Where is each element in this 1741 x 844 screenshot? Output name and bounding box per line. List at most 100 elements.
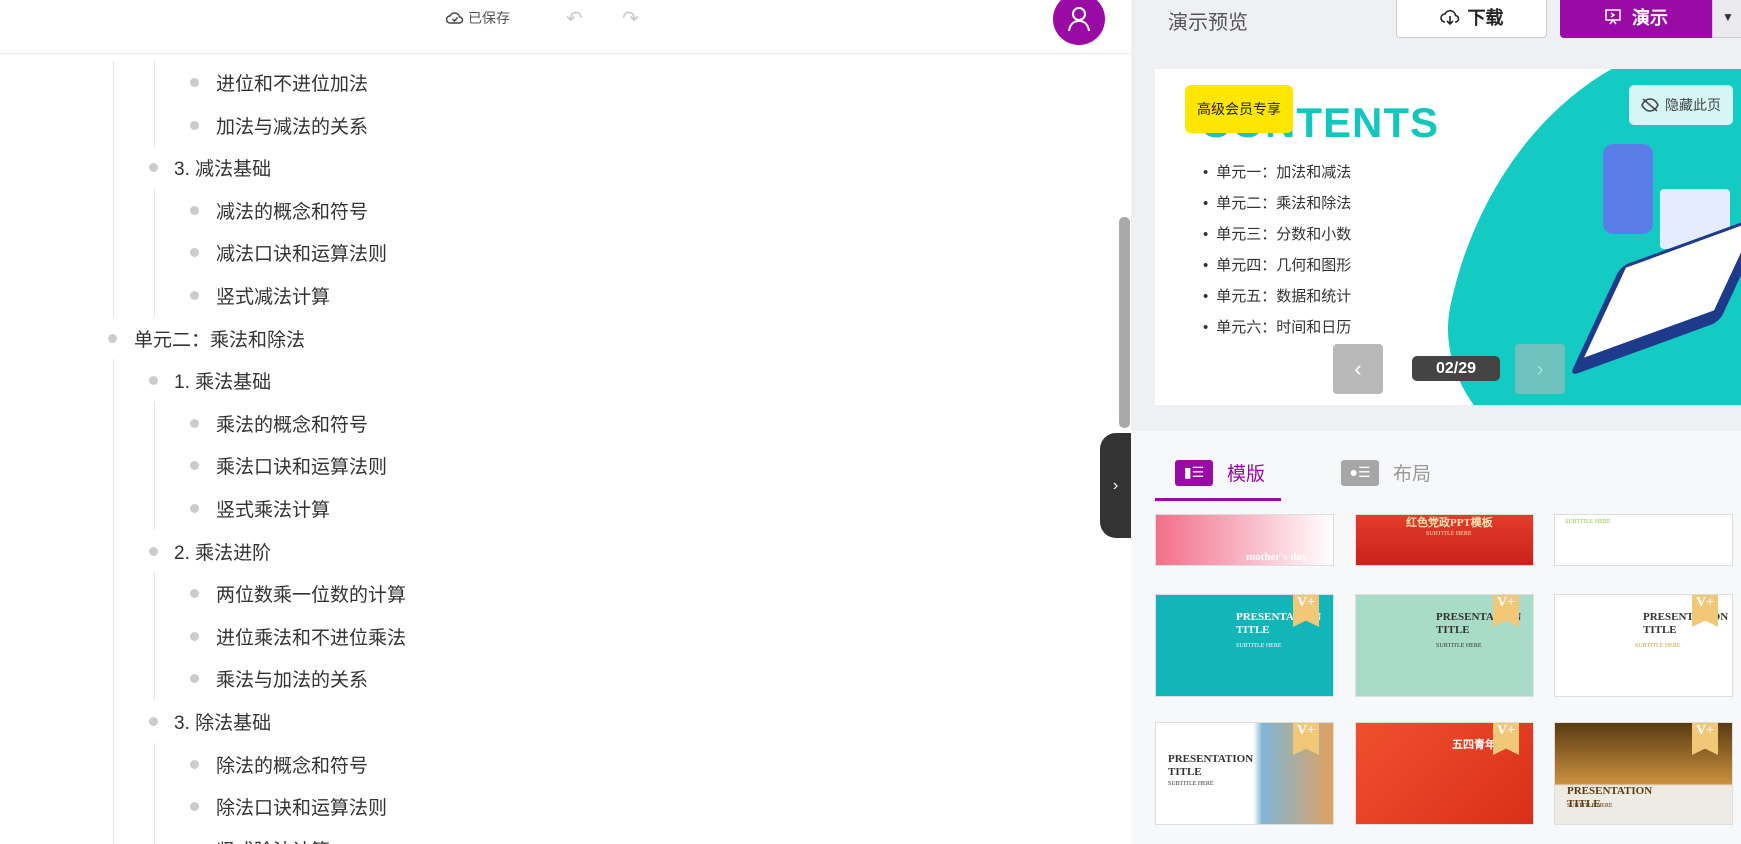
guide-line [154, 614, 155, 658]
guide-line [113, 401, 114, 445]
hide-page-button[interactable]: 隐藏此页 [1629, 85, 1733, 125]
template-thumbnail[interactable]: PRESENTATION TITLE SUBTITLE HERE V+ [1155, 722, 1334, 825]
outline-item[interactable]: 2. 乘法进阶 [0, 529, 1100, 573]
outline-item-text: 单元二：乘法和除法 [134, 329, 306, 351]
bullet-icon [190, 120, 199, 130]
guide-line [113, 188, 114, 232]
guide-line [154, 274, 155, 317]
outline-item-text: 减法的概念和符号 [216, 201, 369, 223]
guide-line [113, 359, 114, 403]
guide-line [154, 657, 155, 701]
outline-item-text: 两位数乘一位数的计算 [216, 585, 407, 607]
template-title: PRESENTATION TITLE [1643, 611, 1729, 637]
download-button[interactable]: 下载 [1396, 0, 1547, 38]
guide-line [154, 61, 155, 104]
template-thumbnail[interactable]: 五四青年节 V+ [1355, 722, 1534, 825]
outline-item[interactable]: 乘法与加法的关系 [0, 657, 1100, 701]
template-subtitle: SUBTITLE HERE [1168, 781, 1214, 787]
guide-line [113, 529, 114, 573]
tab-label: 模版 [1227, 464, 1266, 485]
guide-line [113, 103, 114, 147]
guide-line [154, 572, 155, 616]
bullet-icon [190, 759, 199, 769]
premium-badge: 高级会员专享 [1185, 85, 1293, 133]
redo-icon[interactable]: ↷ [622, 6, 639, 31]
outline-item[interactable]: 减法的概念和符号 [0, 188, 1100, 232]
eye-off-icon [1641, 98, 1659, 112]
bullet-icon [190, 248, 199, 258]
bullet-icon [190, 631, 199, 641]
chevron-right-icon: › [1536, 356, 1544, 381]
prev-slide-button[interactable]: ‹ [1333, 344, 1383, 394]
outline-item[interactable]: 单元二：乘法和除法 [0, 317, 1100, 359]
bullet-icon [190, 291, 199, 300]
tab-templates[interactable]: ▮☰ 模版 [1175, 459, 1265, 486]
outline-item[interactable]: 加法与减法的关系 [0, 103, 1100, 147]
guide-line [154, 785, 155, 829]
chevron-right-icon: › [1112, 476, 1119, 494]
template-thumbnail[interactable]: PRESENTATION TITLE SUBTITLE HERE V+ [1554, 594, 1733, 697]
bullet-icon [190, 205, 199, 215]
outline-item[interactable]: 竖式乘法计算 [0, 487, 1100, 530]
template-thumbnail[interactable]: 红色党政PPT模板 SUBTITLE HERE [1355, 514, 1534, 566]
template-icon: ▮☰ [1175, 459, 1213, 486]
hide-page-label: 隐藏此页 [1665, 97, 1721, 113]
outline-item[interactable]: 进位乘法和不进位乘法 [0, 614, 1100, 658]
outline-item[interactable]: 乘法的概念和符号 [0, 401, 1100, 445]
template-thumbnail[interactable]: PRESENTATION TITLE SUBTITLE HERE V+ [1155, 594, 1334, 697]
outline-item[interactable]: 3. 减法基础 [0, 146, 1100, 190]
toc-item: 单元三：分数和小数 [1203, 223, 1351, 254]
outline-item[interactable]: 竖式减法计算 [0, 274, 1100, 317]
guide-line [154, 487, 155, 530]
guide-line [154, 401, 155, 445]
template-thumbnail[interactable]: PRESENTATION TITLE SUBTITLE HERE V+ [1355, 594, 1534, 697]
outline-item[interactable]: 3. 除法基础 [0, 700, 1100, 743]
template-section: ▮☰ 模版 ●☰ 布局 mother's day 红色党政PPT模板 SUBTITL… [1131, 431, 1741, 844]
layout-icon: ●☰ [1341, 459, 1379, 486]
tab-layout[interactable]: ●☰ 布局 [1341, 459, 1431, 486]
guide-line [113, 231, 114, 275]
outline-item[interactable]: 进位和不进位加法 [0, 61, 1100, 104]
template-thumbnail[interactable]: PRESENTATION TITLE SUBTITLE HERE V+ [1554, 722, 1733, 825]
bullet-icon [190, 589, 199, 599]
template-thumbnail[interactable]: SUBTITLE HERE [1554, 514, 1733, 566]
outline-item[interactable]: 乘法口诀和运算法则 [0, 444, 1100, 488]
outline-item-text: 乘法口诀和运算法则 [216, 457, 388, 479]
bottle-illustration [1603, 144, 1653, 234]
toc-item: 单元六：时间和日历 [1203, 316, 1351, 347]
outline-item[interactable]: 两位数乘一位数的计算 [0, 572, 1100, 616]
present-dropdown-button[interactable]: ▼ [1712, 0, 1741, 38]
present-button[interactable]: 演示 [1560, 0, 1712, 38]
outline-item[interactable]: 除法的概念和符号 [0, 742, 1100, 786]
guide-line [154, 231, 155, 275]
guide-line [113, 444, 114, 488]
undo-icon[interactable]: ↶ [566, 6, 583, 31]
guide-line [154, 444, 155, 488]
avatar[interactable] [1053, 0, 1105, 45]
template-subtitle: SUBTITLE HERE [1567, 803, 1613, 809]
outline-item[interactable]: 竖式除法计算 [0, 827, 1100, 844]
bullet-icon [190, 674, 199, 684]
active-tab-indicator [1155, 498, 1281, 501]
outline-item[interactable]: 除法口诀和运算法则 [0, 785, 1100, 829]
user-icon [1068, 7, 1090, 32]
outline-item[interactable]: 1. 乘法基础 [0, 359, 1100, 403]
outline-item-text: 竖式乘法计算 [216, 500, 331, 521]
next-slide-button[interactable]: › [1515, 344, 1565, 394]
guide-line [113, 61, 114, 104]
template-thumbnail[interactable]: mother's day [1155, 514, 1334, 566]
bullet-icon [190, 418, 199, 428]
bullet-icon [190, 504, 199, 513]
download-label: 下载 [1467, 8, 1504, 28]
slide-preview: CONTENTS 高级会员专享 单元一：加法和减法 单元二：乘法和除法 单元三：… [1155, 69, 1741, 405]
outline-scrollbar[interactable] [1119, 217, 1130, 428]
toc-item: 单元二：乘法和除法 [1203, 192, 1351, 223]
toc-item: 单元四：几何和图形 [1203, 254, 1351, 285]
collapse-panel-toggle[interactable]: › [1100, 433, 1131, 538]
guide-line [154, 827, 155, 844]
outline-item-text: 1. 乘法基础 [174, 372, 272, 394]
outline-item[interactable]: 减法口诀和运算法则 [0, 231, 1100, 275]
template-subtitle: SUBTITLE HERE [1565, 519, 1611, 525]
outline-item-text: 3. 减法基础 [174, 159, 272, 181]
guide-line [113, 572, 114, 616]
